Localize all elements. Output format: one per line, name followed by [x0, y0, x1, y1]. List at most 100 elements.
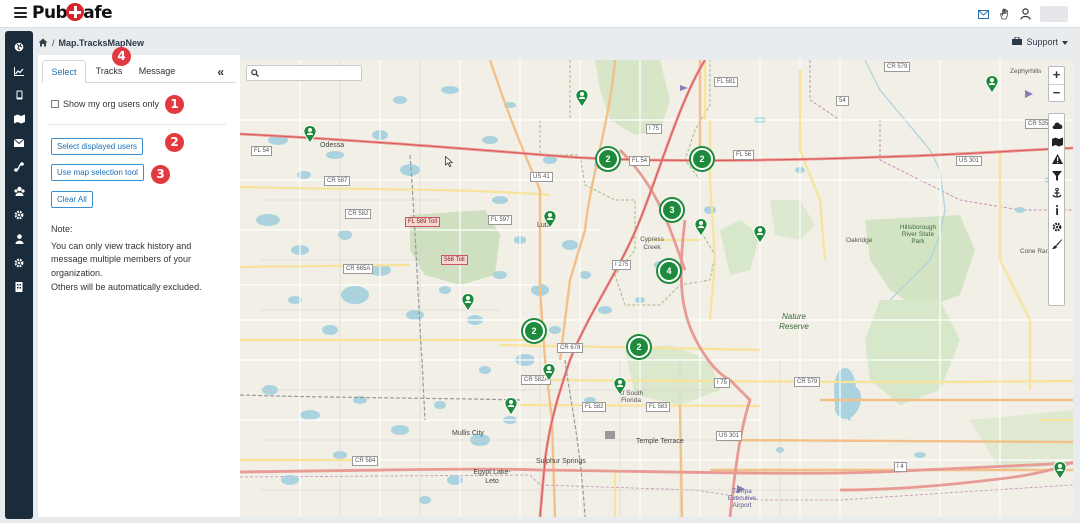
- user-cluster-marker[interactable]: 2: [628, 336, 650, 358]
- note-line: You can only view track history and: [51, 241, 192, 251]
- callout-badge: 1: [165, 95, 184, 114]
- tab-select[interactable]: Select: [42, 60, 86, 83]
- zoom-control: + −: [1048, 66, 1065, 102]
- route-shield: FL 583: [646, 402, 671, 412]
- alert-triangle-icon[interactable]: [1050, 152, 1064, 166]
- user-location-pin[interactable]: [753, 224, 767, 244]
- mail-icon[interactable]: [977, 8, 990, 21]
- map-place-label: Temple Terrace: [636, 438, 684, 445]
- map-selection-tool-button[interactable]: Use map selection tool: [51, 164, 144, 181]
- group-icon[interactable]: [11, 183, 27, 199]
- org-users-checkbox[interactable]: [51, 100, 59, 108]
- user-cluster-marker[interactable]: 3: [661, 199, 683, 221]
- hand-icon[interactable]: [998, 8, 1011, 21]
- map-place-label: Odessa: [320, 142, 345, 149]
- route-shield: US 41: [530, 172, 553, 182]
- map-layers-icon[interactable]: [1050, 135, 1064, 149]
- select-displayed-users-button[interactable]: Select displayed users: [51, 138, 144, 155]
- user-location-pin[interactable]: [461, 292, 475, 312]
- org-users-filter: Show my org users only: [51, 99, 159, 109]
- chart-icon[interactable]: [11, 63, 27, 79]
- route-icon[interactable]: [11, 159, 27, 175]
- top-bar: Pub afe: [0, 0, 1080, 28]
- user-cluster-marker[interactable]: 2: [523, 320, 545, 342]
- user-location-pin[interactable]: [504, 396, 518, 416]
- note-line: organization.: [51, 268, 103, 278]
- note-line: message multiple members of your: [51, 254, 192, 264]
- user-location-pin[interactable]: [542, 362, 556, 382]
- callout-badge: 4: [112, 47, 131, 66]
- user-location-pin[interactable]: [1053, 460, 1067, 480]
- org-users-label[interactable]: Show my org users only: [63, 99, 159, 109]
- map-canvas[interactable]: Odessa Lutz Cypress Creek Oakridge Hills…: [240, 60, 1073, 517]
- zoom-in-button[interactable]: +: [1049, 67, 1064, 84]
- cog-icon[interactable]: [11, 255, 27, 271]
- callout-badge: 2: [165, 133, 184, 152]
- route-shield: FL 589 Toll: [405, 217, 441, 227]
- user-cluster-marker[interactable]: 4: [658, 260, 680, 282]
- settings-gear-icon[interactable]: [11, 207, 27, 223]
- route-shield: 54: [836, 96, 849, 106]
- envelope-icon[interactable]: [11, 135, 27, 151]
- map-place-label: Mullis City: [452, 430, 484, 437]
- panel-tabs: Select Tracks Message: [42, 60, 236, 83]
- route-shield: US 301: [956, 156, 983, 166]
- clear-all-button[interactable]: Clear All: [51, 191, 93, 208]
- breadcrumb: / Map.TracksMapNew: [38, 37, 144, 49]
- user-icon[interactable]: [1019, 8, 1032, 21]
- user-location-pin[interactable]: [543, 209, 557, 229]
- route-shield: CR 579: [884, 62, 911, 72]
- user-location-pin[interactable]: [613, 376, 627, 396]
- map-place-label: Cone Ran: [1020, 248, 1050, 255]
- route-shield: CR 587: [324, 176, 351, 186]
- map-icon[interactable]: [11, 111, 27, 127]
- collapse-panel-icon[interactable]: «: [217, 65, 224, 79]
- page-title: Map.TracksMapNew: [58, 38, 145, 48]
- route-shield: FL 582: [582, 402, 607, 412]
- callout-badge: 3: [151, 165, 170, 184]
- paint-brush-icon[interactable]: [1050, 237, 1064, 251]
- route-shield: I 75: [714, 378, 731, 388]
- user-name-box[interactable]: [1040, 6, 1068, 22]
- note-line: Others will be automatically excluded.: [51, 282, 202, 292]
- map-place-label: Hillsborough River State Park: [899, 224, 937, 245]
- logo-badge-icon: [66, 3, 85, 21]
- route-shield: US 301: [716, 431, 743, 441]
- toolbox-icon: [1012, 36, 1023, 47]
- weather-cloud-icon[interactable]: [1050, 118, 1064, 132]
- app-logo[interactable]: Pub afe: [32, 3, 113, 25]
- user-location-pin[interactable]: [575, 88, 589, 108]
- tab-message[interactable]: Message: [134, 60, 180, 83]
- filter-icon[interactable]: [1050, 169, 1064, 183]
- map-place-label: Oakridge: [846, 237, 873, 244]
- user-cluster-marker[interactable]: 2: [597, 148, 619, 170]
- zoom-out-button[interactable]: −: [1049, 84, 1064, 101]
- user-location-pin[interactable]: [694, 217, 708, 237]
- anchor-icon[interactable]: [1050, 186, 1064, 200]
- hamburger-menu-icon[interactable]: [14, 7, 27, 18]
- route-shield: CR 678: [557, 343, 584, 353]
- mobile-icon[interactable]: [11, 87, 27, 103]
- route-shield: FL 597: [488, 215, 513, 225]
- route-shield: CR 685A: [343, 264, 374, 274]
- route-shield: CR 584: [352, 456, 379, 466]
- map-search-box: [246, 65, 379, 81]
- home-icon[interactable]: [38, 38, 48, 49]
- map-place-label: Cypress Creek: [640, 236, 664, 251]
- track-select-panel: Select Tracks Message « Show my org user…: [38, 55, 240, 517]
- user-cluster-marker[interactable]: 2: [691, 148, 713, 170]
- user-location-pin[interactable]: [303, 124, 317, 144]
- info-icon[interactable]: [1050, 203, 1064, 217]
- support-menu[interactable]: Support: [1012, 36, 1068, 47]
- note-title: Note:: [51, 224, 73, 234]
- building-icon[interactable]: [11, 279, 27, 295]
- route-shield: FL 54: [251, 146, 273, 156]
- person-icon[interactable]: [11, 231, 27, 247]
- settings-cog-icon[interactable]: [1050, 220, 1064, 234]
- route-shield: FL 54: [629, 156, 651, 166]
- map-search-input[interactable]: [259, 66, 379, 80]
- map-place-label: Egypt Lake-Leto: [473, 469, 511, 485]
- globe-icon[interactable]: [11, 39, 27, 55]
- left-nav-rail: [5, 31, 33, 519]
- user-location-pin[interactable]: [985, 74, 999, 94]
